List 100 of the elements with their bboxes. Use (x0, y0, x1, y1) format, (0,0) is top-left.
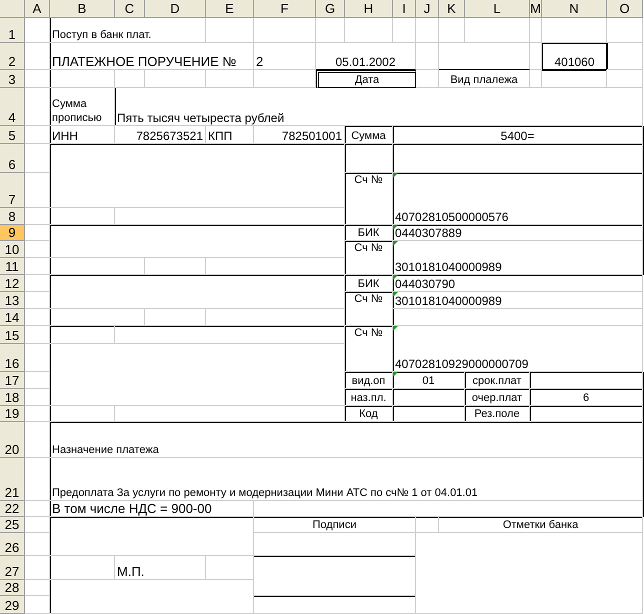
empty-cell[interactable] (393, 144, 643, 173)
sheet-cell[interactable]: Рез.поле (465, 406, 530, 422)
empty-cell[interactable] (393, 406, 465, 422)
empty-cell[interactable] (50, 326, 115, 344)
column-header[interactable]: C (115, 0, 145, 18)
empty-cell[interactable] (393, 389, 465, 406)
empty-cell[interactable] (25, 344, 50, 372)
sheet-cell[interactable]: Код (345, 406, 393, 422)
empty-cell[interactable] (416, 533, 643, 614)
empty-cell[interactable] (206, 258, 345, 275)
empty-cell[interactable] (25, 88, 50, 126)
sheet-cell[interactable]: 401060 (542, 43, 607, 70)
column-header[interactable]: M (530, 0, 542, 18)
empty-cell[interactable] (50, 556, 115, 580)
empty-cell[interactable] (50, 208, 115, 225)
sheet-cell[interactable]: 05.01.2002 (316, 43, 416, 70)
sheet-cell[interactable]: 7825673521 (115, 126, 206, 144)
empty-cell[interactable] (206, 556, 254, 580)
empty-cell[interactable] (416, 70, 439, 88)
row-header[interactable]: 11 (0, 258, 25, 275)
row-header[interactable]: 28 (0, 580, 25, 596)
empty-cell[interactable] (206, 309, 345, 326)
row-header[interactable]: 1 (0, 18, 25, 43)
column-header[interactable]: A (25, 0, 50, 18)
empty-cell[interactable] (254, 556, 416, 596)
empty-cell[interactable] (115, 406, 345, 422)
empty-cell[interactable] (530, 70, 542, 88)
row-header[interactable]: 18 (0, 389, 25, 406)
sheet-cell[interactable]: 044030790 (393, 275, 643, 292)
row-header[interactable]: 7 (0, 173, 25, 208)
row-header[interactable]: 26 (0, 533, 25, 556)
sheet-cell[interactable]: 3010181040000989 (393, 241, 643, 275)
sheet-cell[interactable]: Сч № (345, 292, 393, 326)
column-header[interactable]: G (316, 0, 345, 18)
sheet-cell[interactable]: Сумма прописью (50, 88, 115, 126)
empty-cell[interactable] (465, 18, 530, 43)
sheet-cell[interactable]: 5400= (393, 126, 643, 144)
sheet-cell[interactable]: БИК (345, 275, 393, 292)
empty-cell[interactable] (25, 144, 50, 173)
sheet-cell[interactable]: Сч № (345, 241, 393, 275)
empty-cell[interactable] (25, 173, 50, 208)
row-header[interactable]: 9 (0, 225, 25, 241)
sheet-cell[interactable]: Поступ в банк плат. (50, 18, 206, 43)
row-header[interactable]: 20 (0, 422, 25, 458)
empty-cell[interactable] (254, 533, 416, 556)
sheet-cell[interactable]: очер.плат (465, 389, 530, 406)
row-header[interactable]: 27 (0, 556, 25, 580)
sheet-cell[interactable]: М.П. (115, 556, 206, 580)
empty-cell[interactable] (25, 458, 50, 501)
row-header[interactable]: 16 (0, 344, 25, 372)
column-header[interactable]: E (206, 0, 254, 18)
empty-cell[interactable] (530, 406, 643, 422)
sheet-cell[interactable]: 6 (530, 389, 643, 406)
column-header[interactable]: K (439, 0, 465, 18)
empty-cell[interactable] (607, 43, 643, 70)
empty-cell[interactable] (316, 18, 345, 43)
empty-cell[interactable] (145, 309, 206, 326)
empty-cell[interactable] (607, 70, 643, 88)
empty-cell[interactable] (50, 344, 345, 406)
sheet-cell[interactable]: вид.оп (345, 372, 393, 389)
sheet-cell[interactable]: Сч № (345, 326, 393, 372)
sheet-cell[interactable]: наз.пл. (345, 389, 393, 406)
empty-cell[interactable] (439, 18, 465, 43)
row-header[interactable]: 5 (0, 126, 25, 144)
sheet-cell[interactable]: 01 (393, 372, 465, 389)
empty-cell[interactable] (145, 70, 206, 88)
sheet-cell[interactable]: Дата (316, 70, 416, 88)
row-header[interactable]: 14 (0, 309, 25, 326)
row-header[interactable]: 12 (0, 275, 25, 292)
sheet-cell[interactable]: 2 (254, 43, 316, 70)
row-header[interactable]: 17 (0, 372, 25, 389)
sheet-cell[interactable]: Подписи (254, 517, 416, 533)
sheet-cell[interactable]: Вид плалежа (439, 70, 530, 88)
column-header[interactable]: F (254, 0, 316, 18)
sheet-cell[interactable]: 3010181040000989 (393, 292, 643, 309)
sheet-cell[interactable]: Сч № (345, 173, 393, 225)
sheet-cell[interactable]: 40702810929000000709 (393, 326, 643, 372)
sheet-cell[interactable]: Пять тысяч четыреста рублей (115, 88, 643, 126)
empty-cell[interactable] (50, 275, 345, 309)
empty-cell[interactable] (50, 144, 345, 208)
sheet-cell[interactable]: Предоплата За услуги по ремонту и модернизации Мини АТС по сч№ 1 от 04.01.01 (50, 458, 643, 501)
row-header[interactable]: 19 (0, 406, 25, 422)
empty-cell[interactable] (50, 580, 254, 614)
row-header[interactable]: 22 (0, 501, 25, 517)
sheet-cell[interactable]: 0440307889 (393, 225, 643, 241)
empty-cell[interactable] (254, 501, 643, 517)
sheet-cell[interactable]: Сумма (345, 126, 393, 144)
sheet-cell[interactable]: В том числе НДС = 900-00 (50, 501, 254, 517)
empty-cell[interactable] (206, 70, 254, 88)
empty-cell[interactable] (50, 517, 254, 556)
empty-cell[interactable] (254, 70, 316, 88)
empty-cell[interactable] (530, 372, 643, 389)
empty-cell[interactable] (145, 258, 206, 275)
row-header[interactable]: 3 (0, 70, 25, 88)
empty-cell[interactable] (345, 144, 393, 173)
row-header[interactable]: 21 (0, 458, 25, 501)
row-header[interactable]: 8 (0, 208, 25, 225)
sheet-cell[interactable]: ИНН (50, 126, 115, 144)
column-header[interactable]: H (345, 0, 393, 18)
sheet-cell[interactable]: срок.плат (465, 372, 530, 389)
